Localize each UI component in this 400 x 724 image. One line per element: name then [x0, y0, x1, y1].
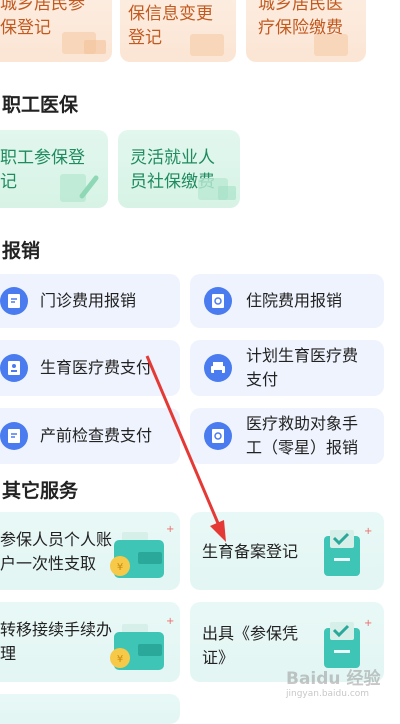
item-transfer-continuation[interactable]: 转移接续手续办 理 ¥ +: [0, 602, 180, 682]
item-maternity-filing-register[interactable]: 生育备案登记 +: [190, 512, 384, 590]
baidu-watermark: Baidu 经验 jingyan.baidu.com: [286, 664, 398, 710]
card-resident-insurance-payment[interactable]: 城乡居民医 疗保险缴费: [246, 0, 366, 62]
item-prenatal-checkup-payment[interactable]: 产前检查费支付: [0, 408, 180, 464]
document-deco-icon: [62, 32, 106, 54]
item-maternity-medical-payment[interactable]: 生育医疗费支付: [0, 340, 180, 396]
section-title-other: 其它服务: [2, 480, 79, 502]
document-pen-deco-icon: [60, 174, 99, 202]
card-employee-register[interactable]: 职工参保登 记: [0, 130, 108, 208]
item-partial-bottom[interactable]: [0, 694, 180, 724]
item-label: 产前检查费支付: [40, 426, 153, 445]
svg-text:+: +: [166, 524, 174, 535]
printer-icon: [204, 354, 232, 382]
svg-text:+: +: [364, 618, 372, 629]
card-resident-register[interactable]: 城乡居民参 保登记: [0, 0, 112, 62]
wallet-coin-icon: ¥ +: [110, 616, 174, 670]
item-outpatient-reimburse[interactable]: 门诊费用报销: [0, 274, 180, 328]
item-label: 医疗救助对象手 工（零星）报销: [246, 414, 359, 457]
document-edit-icon: [0, 422, 28, 450]
watermark-sub: jingyan.baidu.com: [286, 689, 370, 699]
item-family-planning-payment[interactable]: 计划生育医疗费 支付: [190, 340, 384, 396]
item-label: 生育医疗费支付: [40, 358, 153, 377]
item-inpatient-reimburse[interactable]: 住院费用报销: [190, 274, 384, 328]
document-deco-icon: [198, 178, 236, 200]
svg-text:+: +: [166, 616, 174, 627]
item-label: 门诊费用报销: [40, 291, 137, 310]
item-label: 参保人员个人账 户一次性支取: [0, 530, 113, 573]
document-deco-icon: [190, 34, 224, 56]
item-label: 出具《参保凭 证》: [202, 624, 299, 667]
item-label: 计划生育医疗费 支付: [246, 346, 359, 389]
document-deco-icon: [314, 34, 348, 56]
id-card-icon: [0, 354, 28, 382]
item-personal-account-withdrawal[interactable]: 参保人员个人账 户一次性支取 ¥ +: [0, 512, 180, 590]
watermark-text: Baidu 经验: [286, 669, 381, 689]
svg-text:+: +: [364, 526, 372, 537]
item-label: 转移接续手续办 理: [0, 620, 113, 663]
card-resident-info-change[interactable]: 城乡居民参 保信息变更 登记: [120, 0, 236, 62]
document-edit-icon: [0, 287, 28, 315]
item-label: 生育备案登记: [202, 542, 299, 561]
item-medical-aid-manual-reimburse[interactable]: 医疗救助对象手 工（零星）报销: [190, 408, 384, 464]
checkbox-card-icon: +: [324, 526, 372, 576]
section-title-employee: 职工医保: [2, 94, 79, 116]
svg-text:¥: ¥: [117, 654, 123, 665]
card-flexible-employment-payment[interactable]: 灵活就业人 员社保缴费: [118, 130, 240, 208]
section-title-reimburse: 报销: [2, 240, 41, 262]
svg-text:¥: ¥: [117, 562, 123, 573]
search-document-icon: [204, 422, 232, 450]
wallet-coin-icon: ¥ +: [110, 524, 174, 578]
item-label: 住院费用报销: [246, 291, 343, 310]
search-document-icon: [204, 287, 232, 315]
